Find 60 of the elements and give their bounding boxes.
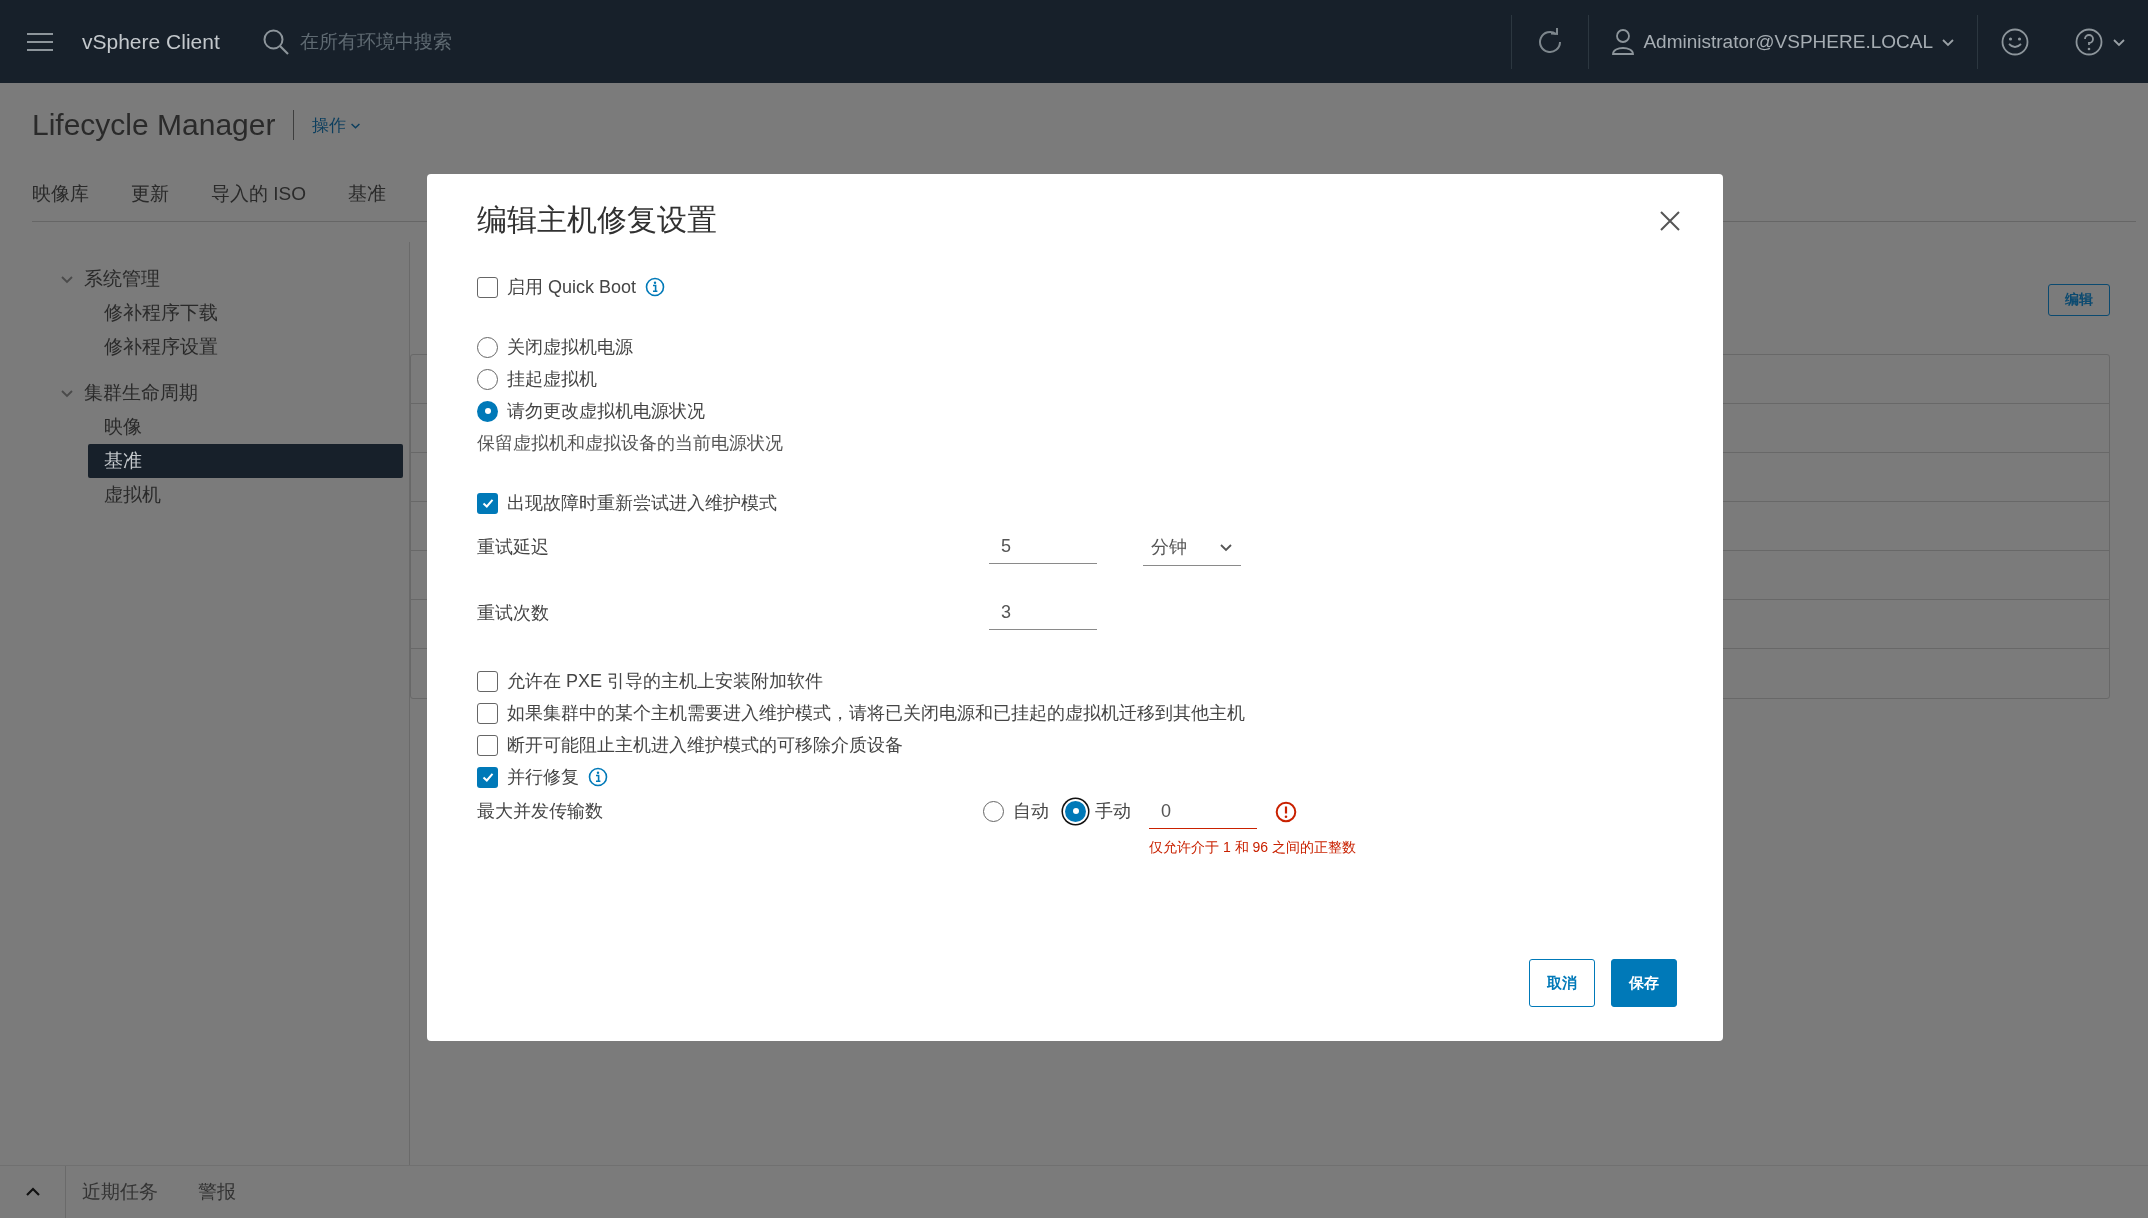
user-menu[interactable]: Administrator@VSPHERE.LOCAL — [1589, 0, 1977, 83]
checkbox[interactable] — [477, 276, 498, 298]
smiley-icon — [2000, 26, 2030, 57]
edit-button[interactable]: 编辑 — [2048, 284, 2110, 316]
tab[interactable]: 映像库 — [32, 173, 89, 221]
radio-button[interactable] — [477, 336, 498, 358]
radio-button[interactable] — [477, 400, 498, 422]
info-icon[interactable] — [588, 767, 608, 787]
checkbox[interactable] — [477, 492, 498, 514]
field-label: 重试次数 — [477, 602, 550, 625]
bottom-tab[interactable]: 警报 — [182, 1179, 236, 1205]
radio-label: 手动 — [1095, 800, 1131, 823]
search-field[interactable]: 在所有环境中搜索 — [299, 28, 452, 55]
tab[interactable]: 基准 — [348, 173, 386, 221]
dialog-title: 编辑主机修复设置 — [477, 202, 717, 238]
checkbox-label: 允许在 PXE 引导的主机上安装附加软件 — [507, 670, 824, 693]
checkmark-icon — [480, 770, 495, 784]
close-icon — [1659, 209, 1681, 232]
error-message: 仅允许介于 1 和 96 之间的正整数 — [1149, 839, 1356, 857]
radio-button[interactable] — [477, 368, 498, 390]
checkbox-label: 并行修复 — [507, 766, 579, 789]
tree-item[interactable]: 修补程序下载 — [88, 296, 403, 330]
search-icon[interactable] — [261, 27, 290, 56]
checkbox[interactable] — [477, 734, 498, 756]
radio-label: 挂起虚拟机 — [507, 368, 597, 391]
tree-item[interactable]: 修补程序设置 — [88, 330, 403, 364]
tree-item[interactable]: 映像 — [88, 410, 403, 444]
tab[interactable]: 导入的 ISO — [211, 173, 306, 221]
radio-label: 请勿更改虚拟机电源状况 — [507, 400, 705, 423]
bottom-tab[interactable]: 近期任务 — [66, 1179, 158, 1205]
helper-text: 保留虚拟机和虚拟设备的当前电源状况 — [477, 432, 784, 455]
info-icon[interactable] — [645, 277, 666, 297]
checkbox[interactable] — [477, 670, 498, 692]
checkbox-label: 断开可能阻止主机进入维护模式的可移除介质设备 — [507, 734, 903, 757]
radio-label: 自动 — [1013, 800, 1049, 823]
tree-node[interactable]: 系统管理 — [60, 262, 160, 296]
radio-button[interactable] — [1065, 800, 1086, 822]
field-label: 重试延迟 — [477, 536, 550, 559]
error-icon — [1275, 801, 1297, 823]
radio-label: 关闭虚拟机电源 — [507, 336, 633, 359]
tree-item[interactable]: 虚拟机 — [88, 478, 403, 512]
tree-node[interactable]: 集群生命周期 — [60, 376, 198, 410]
user-icon — [1611, 27, 1636, 56]
cancel-button[interactable]: 取消 — [1529, 959, 1595, 1007]
tab[interactable]: 更新 — [131, 173, 169, 221]
page-title: Lifecycle Manager — [32, 108, 276, 142]
help-icon — [2074, 26, 2104, 57]
checkmark-icon — [480, 496, 495, 510]
checkbox[interactable] — [477, 702, 498, 724]
radio-button[interactable] — [983, 800, 1004, 822]
checkbox-label: 出现故障时重新尝试进入维护模式 — [507, 492, 777, 515]
menu-icon[interactable] — [26, 30, 54, 53]
product-name: vSphere Client — [82, 29, 220, 54]
checkbox-label: 启用 Quick Boot — [507, 276, 637, 299]
save-button[interactable]: 保存 — [1611, 959, 1677, 1007]
checkbox[interactable] — [477, 766, 498, 788]
tree-item[interactable]: 基准 — [88, 444, 403, 478]
field-label: 最大并发传输数 — [477, 800, 604, 823]
checkbox-label: 如果集群中的某个主机需要进入维护模式，请将已关闭电源和已挂起的虚拟机迁移到其他主机 — [507, 702, 1245, 725]
actions-menu[interactable]: 操作 — [312, 113, 362, 137]
